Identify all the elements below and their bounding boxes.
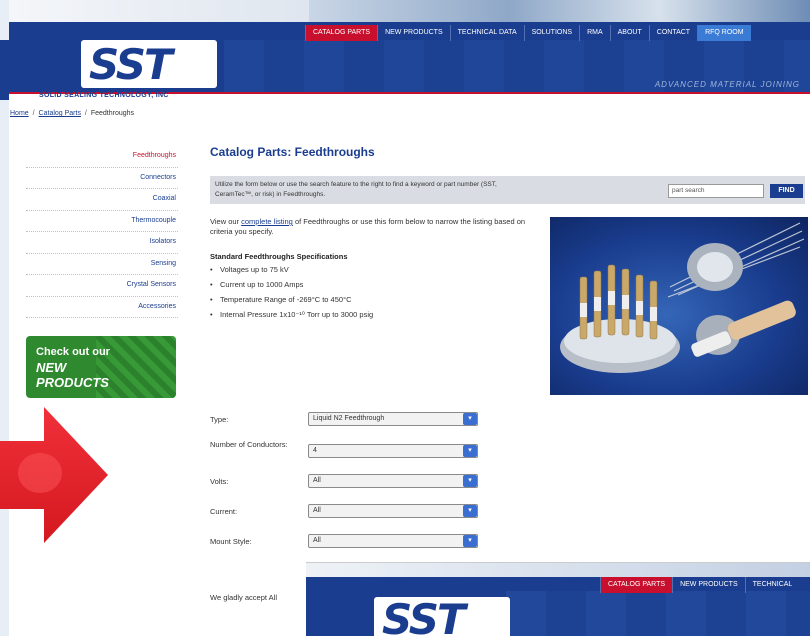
page-title: Catalog Parts: Feedthroughs	[210, 145, 375, 159]
overlay-screenshot: SST CATALOG PARTS NEW PRODUCTS TECHNICAL	[306, 562, 810, 636]
breadcrumb-separator: /	[84, 110, 87, 117]
overlay-navigation: CATALOG PARTS NEW PRODUCTS TECHNICAL	[600, 577, 799, 593]
site-logo[interactable]: SST	[89, 40, 173, 89]
nav-rfq-room[interactable]: RFQ ROOM	[697, 25, 751, 41]
mount-label: Mount Style:	[210, 537, 252, 546]
site-tagline: ADVANCED MATERIAL JOINING	[654, 80, 800, 89]
complete-listing-link[interactable]: complete listing	[241, 217, 293, 226]
mount-select-value: All	[313, 537, 321, 544]
spec-item: Temperature Range of -269°C to 450°C	[210, 295, 530, 310]
nav-new-products[interactable]: NEW PRODUCTS	[377, 25, 450, 41]
sidebar-item-coaxial[interactable]: Coaxial	[26, 189, 178, 211]
type-label: Type:	[210, 415, 229, 424]
conductors-select-value: 4	[313, 447, 317, 454]
sidebar-item-sensing[interactable]: Sensing	[26, 254, 178, 275]
breadcrumb: Home / Catalog Parts / Feedthroughs	[10, 110, 134, 117]
header-banner-image	[309, 0, 810, 22]
breadcrumb-current: Feedthroughs	[90, 110, 135, 117]
volts-label: Volts:	[210, 477, 229, 486]
breadcrumb-home[interactable]: Home	[10, 110, 29, 117]
current-select-value: All	[313, 507, 321, 514]
nav-technical-data[interactable]: TECHNICAL DATA	[449, 25, 524, 41]
search-bar: Utilize the form below or use the search…	[210, 176, 805, 204]
breadcrumb-catalog-parts[interactable]: Catalog Parts	[39, 110, 81, 117]
chevron-down-icon: ▾	[463, 505, 477, 517]
spec-item: Current up to 1000 Amps	[210, 280, 530, 295]
nav-about[interactable]: ABOUT	[609, 25, 649, 41]
spec-item: Voltages up to 75 kV	[210, 265, 530, 280]
red-arrow-icon	[0, 407, 108, 543]
spec-item: Internal Pressure 1x10⁻¹⁰ Torr up to 300…	[210, 310, 530, 325]
current-label: Current:	[210, 507, 238, 516]
overlay-nav-technical[interactable]: TECHNICAL	[744, 577, 800, 593]
nav-contact[interactable]: CONTACT	[648, 25, 697, 41]
nav-rma[interactable]: RMA	[579, 25, 610, 41]
sidebar-item-accessories[interactable]: Accessories	[26, 297, 178, 318]
sidebar-item-crystal-sensors[interactable]: Crystal Sensors	[26, 275, 178, 297]
intro-prefix: View our	[210, 217, 240, 226]
bottom-text: We gladly accept All	[210, 593, 277, 602]
volts-select[interactable]: All ▾	[308, 474, 478, 488]
type-select-value: Liquid N2 Feedthrough	[313, 415, 385, 422]
new-products-promo[interactable]: Check out our NEW PRODUCTS	[26, 336, 176, 398]
company-name: SOLID SEALING TECHNOLOGY, INC	[39, 92, 169, 99]
sidebar-item-connectors[interactable]: Connectors	[26, 168, 178, 189]
find-button[interactable]: FIND	[770, 184, 803, 198]
nav-solutions[interactable]: SOLUTIONS	[523, 25, 579, 41]
sidebar-item-thermocouple[interactable]: Thermocouple	[26, 211, 178, 232]
specs-list: Voltages up to 75 kV Current up to 1000 …	[210, 265, 530, 325]
top-navigation: CATALOG PARTS NEW PRODUCTS TECHNICAL DAT…	[305, 25, 751, 41]
sidebar-item-feedthroughs[interactable]: Feedthroughs	[26, 146, 178, 168]
site-header: SST SOLID SEALING TECHNOLOGY, INC ADVANC…	[9, 0, 810, 104]
chevron-down-icon: ▾	[463, 475, 477, 487]
promo-line-1: Check out our	[36, 346, 110, 358]
chevron-down-icon: ▾	[463, 413, 477, 425]
nav-catalog-parts[interactable]: CATALOG PARTS	[305, 25, 378, 41]
specs-title: Standard Feedthroughs Specifications	[210, 252, 348, 261]
part-search-input[interactable]: part search	[668, 184, 764, 198]
chevron-down-icon: ▾	[463, 445, 477, 457]
promo-line-3: PRODUCTS	[36, 375, 109, 390]
feedthroughs-product-image	[550, 217, 808, 395]
search-hint: Utilize the form below or use the search…	[215, 181, 497, 198]
type-select[interactable]: Liquid N2 Feedthrough ▾	[308, 412, 478, 426]
current-select[interactable]: All ▾	[308, 504, 478, 518]
chevron-down-icon: ▾	[463, 535, 477, 547]
overlay-logo: SST	[382, 595, 466, 636]
overlay-nav-new-products[interactable]: NEW PRODUCTS	[672, 577, 745, 593]
conductors-label: Number of Conductors:	[210, 440, 288, 449]
intro-text: View our complete listing of Feedthrough…	[210, 217, 530, 237]
conductors-select[interactable]: 4 ▾	[308, 444, 478, 458]
promo-line-2: NEW	[36, 360, 67, 375]
sidebar-item-isolators[interactable]: Isolators	[26, 232, 178, 254]
breadcrumb-separator: /	[32, 110, 35, 117]
sidebar-nav: Feedthroughs Connectors Coaxial Thermoco…	[26, 146, 178, 318]
overlay-nav-catalog-parts[interactable]: CATALOG PARTS	[600, 577, 673, 593]
volts-select-value: All	[313, 477, 321, 484]
mount-select[interactable]: All ▾	[308, 534, 478, 548]
